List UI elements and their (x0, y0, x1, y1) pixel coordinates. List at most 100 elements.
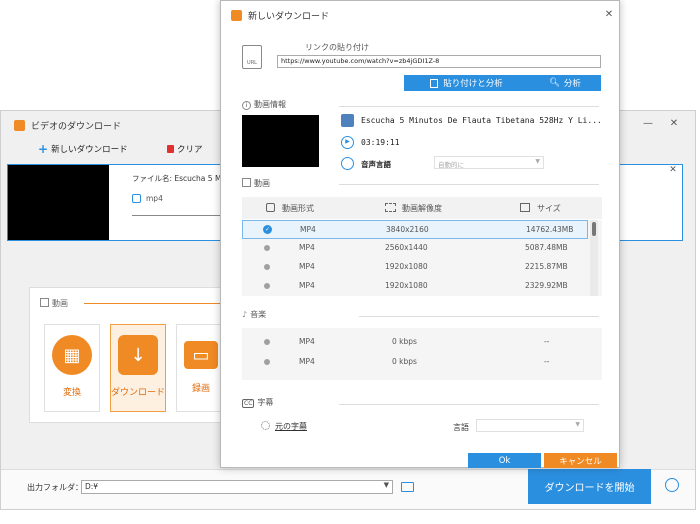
header-format: 動画形式 (282, 204, 314, 213)
table-row[interactable]: MP4 1920x1080 2215.87MB (242, 258, 588, 277)
subtitle-chevron-down-icon: ▼ (575, 421, 580, 428)
output-folder-label: 出力フォルダ： (27, 483, 83, 492)
output-folder-value: D:¥ (85, 482, 99, 491)
dialog-app-icon (231, 10, 242, 21)
audio-section-label: ♪ 音楽 (242, 310, 267, 319)
row-resolution: 2560x1440 (385, 243, 428, 252)
record-label: 録画 (191, 384, 210, 394)
video-section-divider (339, 184, 599, 185)
paste-link-label: リンクの貼り付け (305, 43, 369, 52)
new-download-button[interactable]: + 新しいダウンロード (38, 143, 128, 155)
video-title-icon (341, 114, 354, 127)
new-download-dialog: 新しいダウンロード ✕ URL リンクの貼り付け https://www.you… (220, 0, 620, 468)
output-folder-select[interactable]: D:¥ ▼ (81, 480, 393, 494)
video-table-header: 動画形式 動画解像度 サイズ (242, 197, 602, 219)
cancel-button[interactable]: キャンセル (544, 453, 617, 468)
record-tool[interactable]: ▭ 録画 (176, 324, 226, 412)
row-format: MP4 (299, 281, 315, 290)
music-note-icon: ♪ (242, 310, 248, 319)
app-icon (14, 120, 25, 131)
main-close-button[interactable]: ✕ (663, 114, 685, 134)
audio-size: -- (544, 357, 550, 366)
analyze-button[interactable]: 🔍︎ 分析 (529, 75, 601, 91)
trash-icon (167, 145, 174, 153)
row-resolution: 1920x1080 (385, 281, 428, 290)
dialog-close-button[interactable]: ✕ (599, 5, 619, 25)
radio-dot-icon (264, 283, 270, 289)
table-row[interactable]: MP4 1920x1080 2329.92MB (242, 277, 588, 296)
clear-button[interactable]: クリア (167, 143, 203, 155)
subtitle-language-select[interactable]: ▼ (476, 419, 584, 432)
table-row[interactable]: ✓ MP4 3840x2160 14762.43MB (242, 220, 588, 239)
video-thumbnail (242, 115, 319, 167)
clear-label: クリア (177, 145, 203, 155)
radio-dot-icon (264, 339, 270, 345)
video-section-label: 動画 (242, 178, 270, 189)
row-size: 2329.92MB (525, 281, 568, 290)
chevron-down-icon: ▼ (383, 481, 389, 489)
video-section-icon (40, 298, 49, 307)
table-row[interactable]: MP4 0 kbps -- (242, 353, 588, 372)
subtitle-section-label: CC 字幕 (242, 398, 274, 408)
convert-tool[interactable]: ▦ 変換 (44, 324, 100, 412)
download-tool[interactable]: ↓ ダウンロード (110, 324, 166, 412)
loading-spinner-icon (261, 421, 270, 430)
audio-size: -- (544, 337, 550, 346)
resolution-icon (385, 203, 396, 212)
original-subtitle-link[interactable]: 元の字幕 (275, 421, 307, 432)
download-icon: ↓ (118, 335, 158, 375)
tools-divider (84, 303, 224, 304)
row-resolution: 1920x1080 (385, 262, 428, 271)
table-scrollbar[interactable] (590, 220, 598, 296)
row-format: MP4 (299, 262, 315, 271)
tools-panel: 動画 ▦ 変換 ↓ ダウンロード ▭ 録画 (29, 287, 229, 423)
convert-label: 変換 (62, 388, 81, 398)
screen-record-icon: ▭ (184, 341, 218, 369)
table-row[interactable]: MP4 2560x1440 5087.48MB (242, 239, 588, 258)
url-input-value: https://www.youtube.com/watch?v=zb4jGDI1… (281, 57, 440, 65)
row-resolution: 3840x2160 (386, 225, 429, 234)
audio-format: MP4 (299, 357, 315, 366)
row-format: MP4 (300, 225, 316, 234)
row-size: 5087.48MB (525, 243, 568, 252)
video-format-icon (266, 203, 275, 212)
plus-icon: + (38, 142, 49, 156)
download-label: ダウンロード (111, 388, 166, 398)
start-download-button[interactable]: ダウンロードを開始 (528, 469, 651, 504)
film-icon: ▦ (52, 335, 92, 375)
header-size: サイズ (537, 204, 561, 213)
video-info-divider (339, 106, 599, 107)
search-icon: 🔍︎ (549, 78, 560, 88)
audio-language-select[interactable]: 自動的に ▼ (434, 156, 544, 169)
audio-table: MP4 0 kbps -- MP4 0 kbps -- (242, 328, 602, 380)
size-icon (520, 203, 530, 212)
info-icon: i (242, 101, 251, 110)
alarm-clock-icon[interactable] (665, 478, 679, 492)
url-input[interactable]: https://www.youtube.com/watch?v=zb4jGDI1… (277, 55, 601, 68)
url-file-icon: URL (242, 45, 262, 69)
minimize-button[interactable]: — (637, 114, 659, 134)
video-duration: 03:19:11 (361, 138, 400, 147)
video-icon (242, 178, 251, 187)
tools-section-label: 動画 (40, 298, 68, 309)
audio-language-label: 音声言語 (361, 160, 391, 169)
item-close-button[interactable]: ✕ (663, 160, 683, 180)
video-info-label: i 動画情報 (242, 99, 286, 110)
audio-bitrate: 0 kbps (392, 357, 417, 366)
new-download-label: 新しいダウンロード (51, 145, 128, 155)
audio-format: MP4 (299, 337, 315, 346)
selected-check-icon: ✓ (263, 225, 272, 234)
scrollbar-thumb[interactable] (592, 222, 596, 236)
globe-icon (341, 157, 354, 170)
radio-dot-icon (264, 359, 270, 365)
radio-dot-icon (264, 245, 270, 251)
table-row[interactable]: MP4 0 kbps -- (242, 333, 588, 352)
radio-dot-icon (264, 264, 270, 270)
paste-and-analyze-button[interactable]: 貼り付けと分析 (404, 75, 529, 91)
paste-icon (430, 78, 439, 88)
header-resolution: 動画解像度 (402, 204, 442, 213)
ok-button[interactable]: Ok (468, 453, 541, 468)
folder-icon[interactable] (401, 482, 414, 492)
audio-section-divider (359, 316, 599, 317)
download-thumbnail (8, 165, 109, 240)
